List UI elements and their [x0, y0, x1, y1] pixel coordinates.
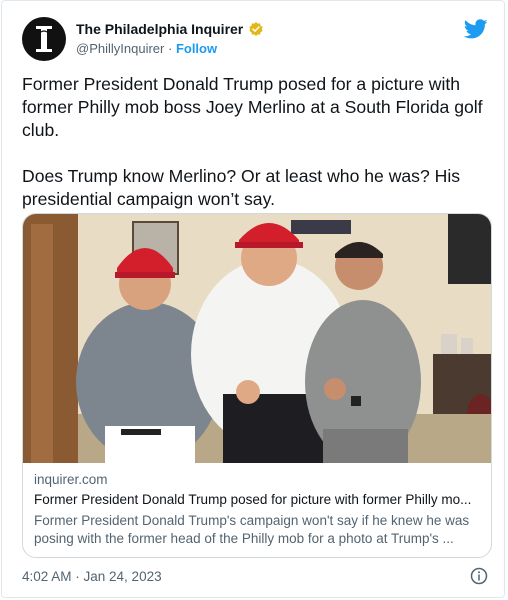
- link-preview-card[interactable]: inquirer.com Former President Donald Tru…: [22, 213, 492, 558]
- tweet-timestamp[interactable]: 4:02 AM · Jan 24, 2023: [22, 569, 162, 584]
- inquirer-logo-avatar[interactable]: [22, 17, 66, 61]
- account-name[interactable]: The Philadelphia Inquirer: [76, 21, 243, 37]
- twitter-bird-icon[interactable]: [464, 17, 488, 41]
- tweet-text: Former President Donald Trump posed for …: [22, 73, 492, 211]
- verified-badge-icon: [249, 22, 263, 36]
- tweet-paragraph: Former President Donald Trump posed for …: [22, 74, 483, 140]
- account-handle[interactable]: @PhillyInquirer: [76, 41, 164, 56]
- handle-separator: ·: [167, 41, 173, 56]
- tweet-card: The Philadelphia Inquirer @PhillyInquire…: [1, 0, 505, 598]
- inquirer-logo-icon: [36, 26, 52, 52]
- tweet-header: The Philadelphia Inquirer @PhillyInquire…: [22, 15, 490, 65]
- card-meta: inquirer.com Former President Donald Tru…: [34, 472, 482, 548]
- card-title[interactable]: Former President Donald Trump posed for …: [34, 492, 482, 507]
- follow-button[interactable]: Follow: [176, 41, 217, 56]
- card-domain: inquirer.com: [34, 472, 108, 487]
- account-names: The Philadelphia Inquirer @PhillyInquire…: [76, 21, 264, 56]
- article-photo: [23, 214, 491, 463]
- info-icon[interactable]: [470, 567, 488, 585]
- card-description: Former President Donald Trump's campaign…: [34, 513, 470, 546]
- tweet-paragraph: Does Trump know Merlino? Or at least who…: [22, 166, 461, 209]
